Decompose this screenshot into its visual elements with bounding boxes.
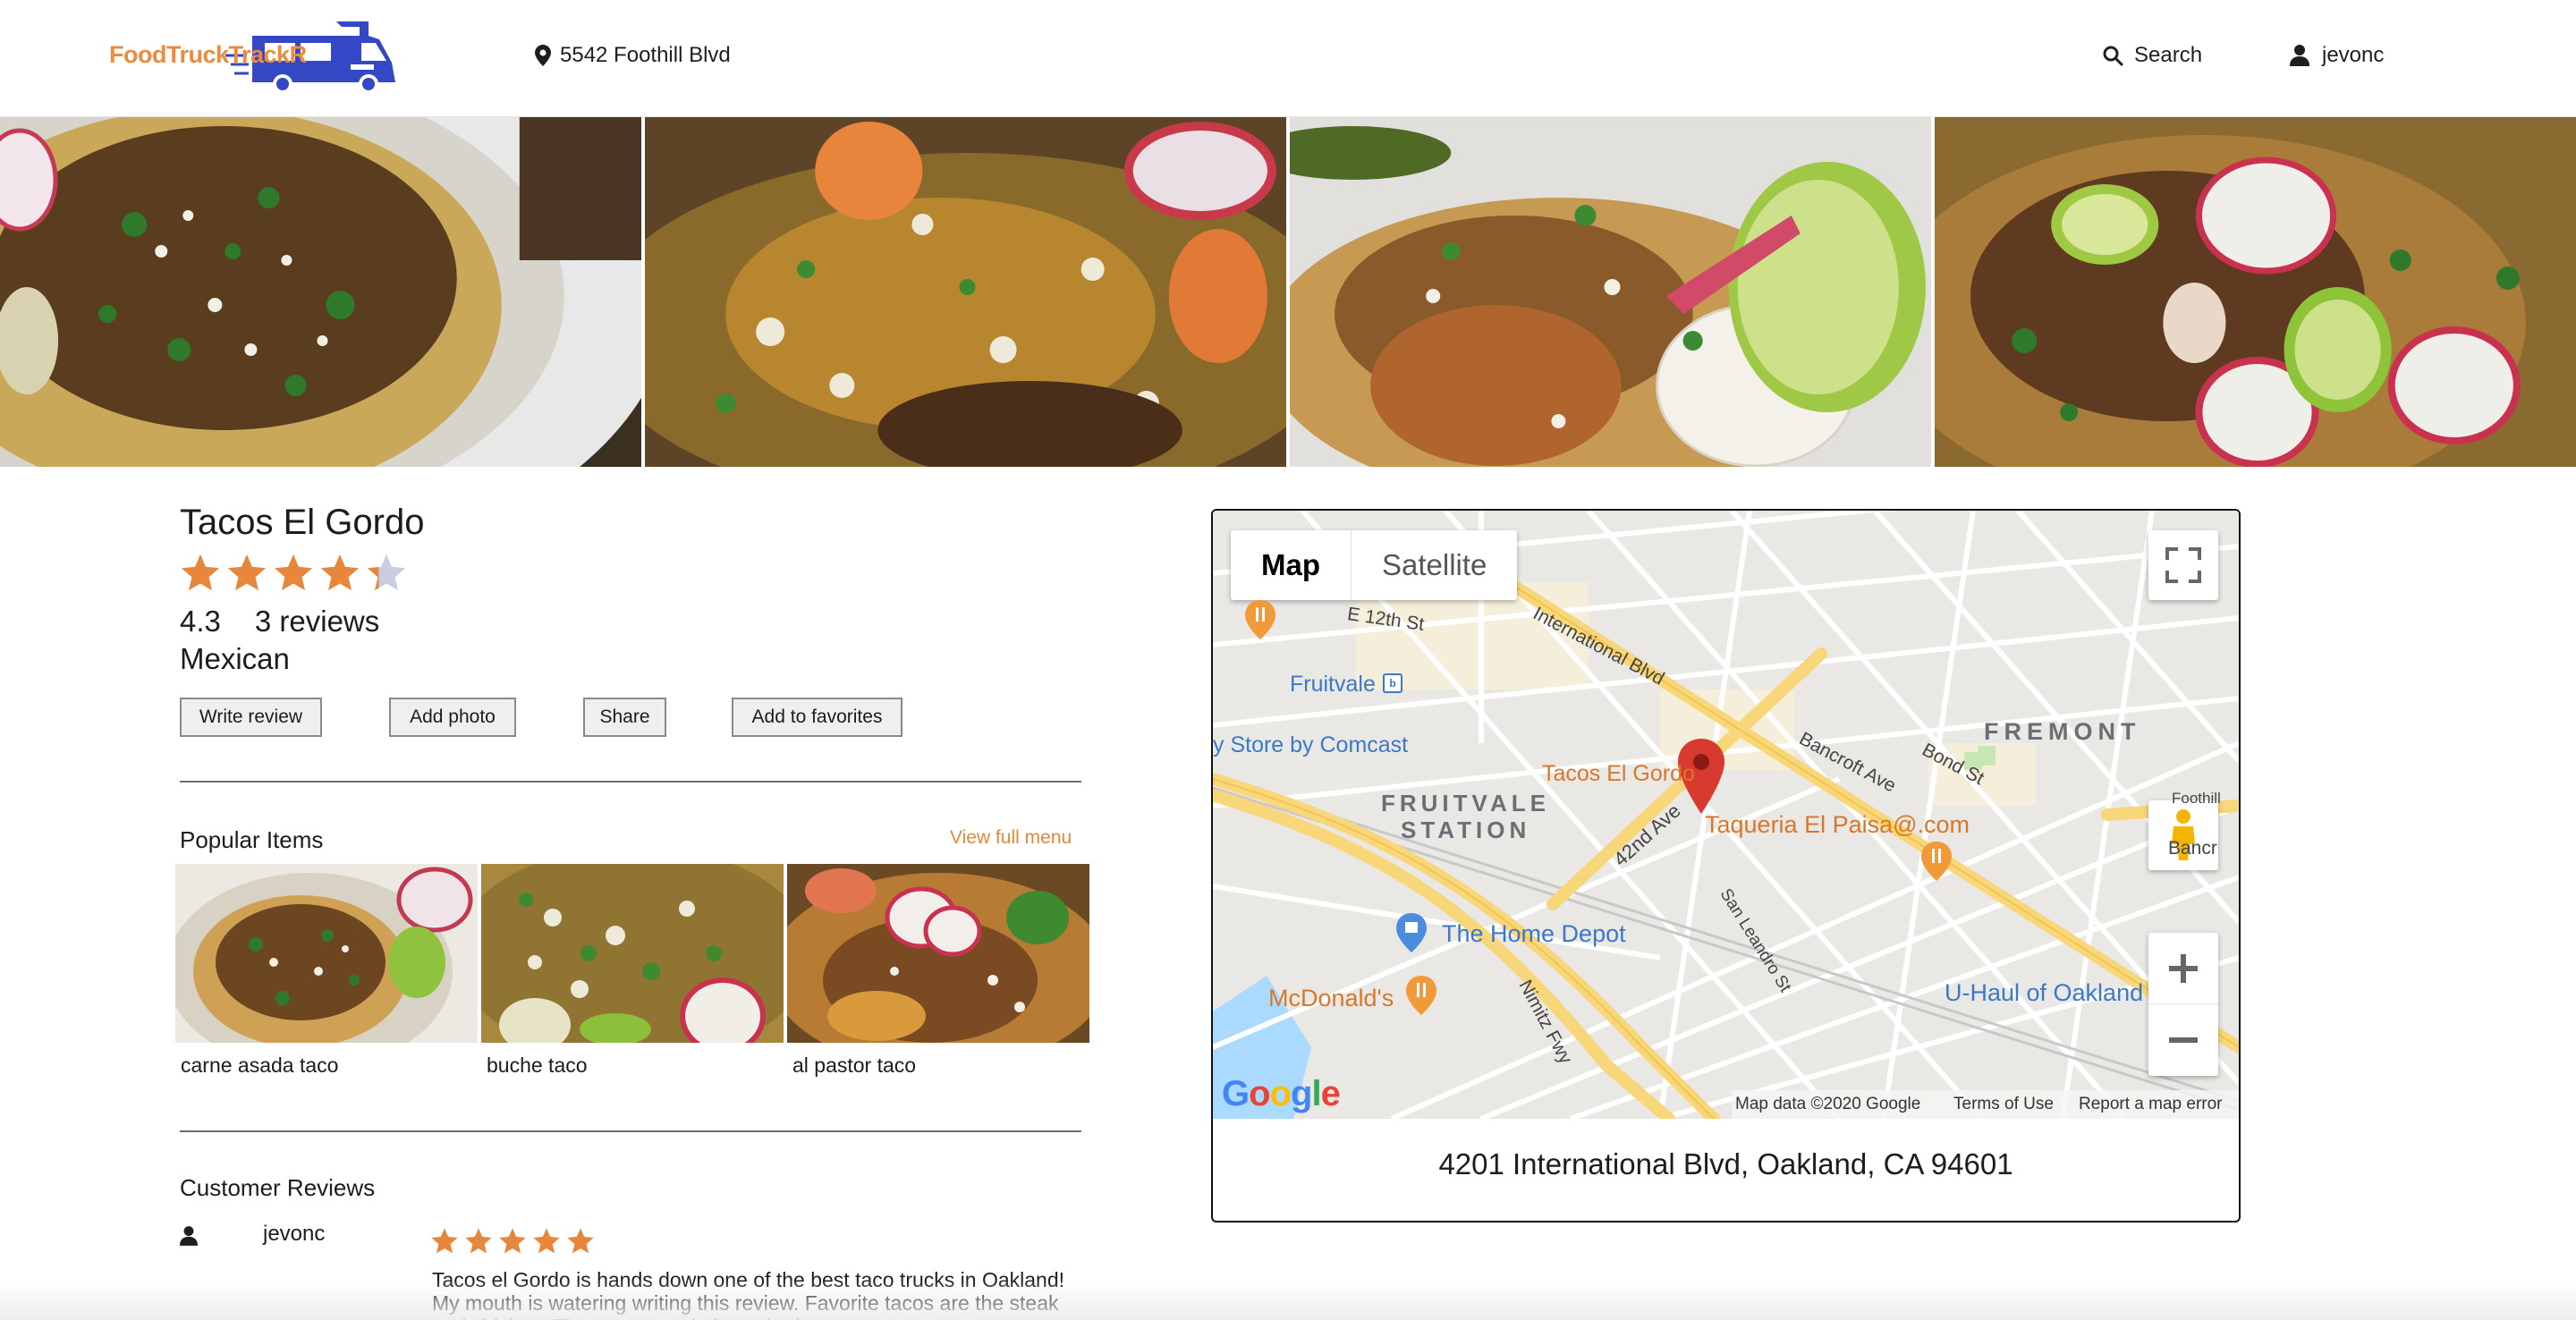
fullscreen-icon — [2165, 547, 2201, 583]
top-nav: FoodTruckTrackR 5542 Foothill Blvd Searc… — [0, 0, 2576, 117]
current-location[interactable]: 5542 Foothill Blvd — [535, 43, 731, 68]
search-icon — [2103, 46, 2123, 66]
photo-gallery — [0, 117, 2576, 467]
buche-taco-image — [481, 864, 784, 1043]
star-filled-icon — [533, 1228, 560, 1254]
restaurant-poi-icon[interactable] — [1406, 976, 1436, 1015]
gallery-photo[interactable] — [1935, 117, 2576, 467]
satellite-tab[interactable]: Satellite — [1351, 530, 1517, 600]
user-icon — [2290, 45, 2309, 66]
fullscreen-button[interactable] — [2148, 530, 2218, 600]
google-map[interactable]: Map Satellite b Tacos El Gordo Taqueria … — [1213, 511, 2239, 1119]
review-stars — [430, 1227, 595, 1256]
carne-asada-taco-image — [175, 864, 478, 1043]
zoom-out-button[interactable] — [2148, 1004, 2218, 1076]
cuisine-type: Mexican — [180, 642, 290, 675]
map-street-label: Bancr — [2168, 838, 2217, 859]
taco-photo-image — [0, 117, 641, 467]
map-label-comcast[interactable]: y Store by Comcast — [1213, 732, 1408, 758]
google-logo[interactable]: Google — [1222, 1074, 1341, 1114]
search-label: Search — [2134, 43, 2203, 67]
truck-address: 4201 International Blvd, Oakland, CA 946… — [1438, 1147, 2013, 1180]
star-filled-icon — [499, 1228, 526, 1254]
map-label-tacos-el-gordo[interactable]: Tacos El Gordo — [1542, 761, 1695, 787]
map-card: Map Satellite b Tacos El Gordo Taqueria … — [1211, 509, 2241, 1223]
map-label-district: FREMONT — [1984, 718, 2141, 745]
street-view-pegman[interactable] — [2148, 800, 2218, 870]
map-street-label: Foothill — [2172, 790, 2221, 807]
map-label-district: FRUITVALE — [1381, 790, 1550, 817]
restaurant-poi-icon[interactable] — [1245, 600, 1275, 639]
gallery-photo[interactable] — [1290, 117, 1931, 467]
divider — [180, 781, 1081, 783]
star-partial-icon — [367, 554, 406, 591]
popular-item-label: al pastor taco — [792, 1053, 917, 1077]
rating-summary: 4.3 3 reviews — [180, 605, 379, 639]
restaurant-poi-icon[interactable] — [1921, 842, 1952, 881]
gallery-photo[interactable] — [645, 117, 1286, 467]
map-label-fruitvale[interactable]: Fruitvale — [1290, 672, 1376, 698]
report-map-error-link[interactable]: Report a map error — [2079, 1095, 2223, 1114]
map-tab[interactable]: Map — [1231, 530, 1351, 600]
popular-item[interactable]: al pastor taco — [787, 864, 1089, 1078]
zoom-control — [2148, 933, 2218, 1076]
user-menu[interactable]: jevonc — [2290, 43, 2384, 68]
map-label-mcdonalds[interactable]: McDonald's — [1268, 985, 1394, 1012]
rating-stars — [180, 553, 407, 594]
truck-name: Tacos El Gordo — [180, 503, 425, 542]
shopping-poi-icon[interactable] — [1396, 913, 1427, 952]
taco-photo-image — [1935, 117, 2576, 467]
zoom-in-button[interactable] — [2148, 933, 2218, 1004]
logo-text: FoodTruckTrackR — [109, 41, 307, 68]
map-label-taqueria[interactable]: Taqueria El Paisa@.com — [1705, 811, 1970, 839]
minus-icon — [2169, 1037, 2198, 1043]
map-type-control: Map Satellite — [1231, 530, 1518, 600]
star-filled-icon — [181, 554, 220, 591]
taco-photo-image — [645, 117, 1286, 467]
write-review-button[interactable]: Write review — [180, 698, 322, 737]
add-photo-button[interactable]: Add photo — [389, 698, 516, 737]
star-filled-icon — [227, 554, 267, 591]
divider — [180, 1130, 1081, 1132]
map-label-home-depot[interactable]: The Home Depot — [1442, 920, 1626, 948]
star-filled-icon — [320, 554, 360, 591]
star-filled-icon — [567, 1228, 594, 1254]
transit-station-icon[interactable]: b — [1383, 673, 1402, 693]
review-count[interactable]: 3 reviews — [255, 605, 379, 639]
taco-photo-image — [1290, 117, 1931, 467]
map-label-uhaul[interactable]: U-Haul of Oakland — [1945, 979, 2143, 1007]
popular-item[interactable]: buche taco — [481, 864, 784, 1078]
rating-value: 4.3 — [180, 605, 221, 638]
al-pastor-taco-image — [787, 864, 1089, 1043]
terms-of-use-link[interactable]: Terms of Use — [1953, 1095, 2054, 1114]
review-text: Tacos el Gordo is hands down one of the … — [432, 1268, 1065, 1320]
add-to-favorites-button[interactable]: Add to favorites — [732, 698, 902, 737]
popular-items-heading: Popular Items — [180, 826, 324, 853]
popular-items-list: carne asada taco buche taco al pastor ta… — [175, 864, 1089, 1078]
logo[interactable]: FoodTruckTrackR — [109, 20, 395, 95]
popular-item[interactable]: carne asada taco — [175, 864, 478, 1078]
star-filled-icon — [465, 1228, 492, 1254]
review-author[interactable]: jevonc — [263, 1222, 325, 1247]
location-pin-icon — [535, 45, 551, 66]
username: jevonc — [2322, 43, 2385, 67]
plus-icon — [2169, 953, 2198, 983]
star-filled-icon — [431, 1228, 458, 1254]
map-data-credit: Map data ©2020 Google — [1735, 1095, 1921, 1113]
star-filled-icon — [274, 554, 313, 591]
location-text: 5542 Foothill Blvd — [560, 43, 731, 67]
popular-item-label: carne asada taco — [181, 1053, 339, 1077]
share-button[interactable]: Share — [583, 698, 666, 737]
view-full-menu-link[interactable]: View full menu — [950, 827, 1072, 849]
customer-reviews-heading: Customer Reviews — [180, 1174, 376, 1201]
map-label-district: STATION — [1401, 817, 1531, 843]
search-button[interactable]: Search — [2102, 43, 2202, 68]
gallery-photo[interactable] — [0, 117, 641, 467]
popular-item-label: buche taco — [487, 1053, 588, 1077]
review-item: jevonc Tacos el Gordo is hands down one … — [180, 1218, 1092, 1320]
user-icon — [180, 1226, 198, 1246]
